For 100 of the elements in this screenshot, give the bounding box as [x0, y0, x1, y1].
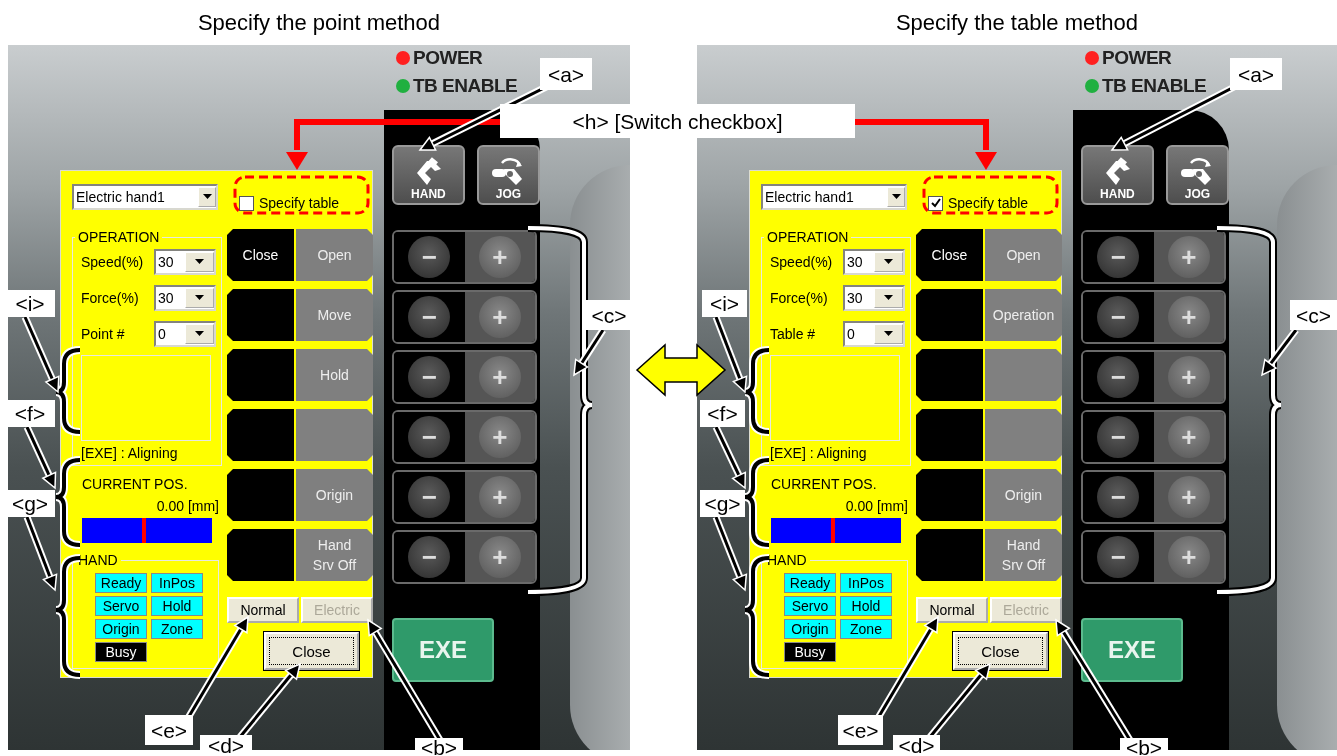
dropdown-arrow-icon[interactable]: [891, 194, 901, 200]
callout-label: <g>: [5, 490, 55, 517]
mode-button[interactable]: Normal: [227, 597, 299, 623]
specify-table-checkbox[interactable]: Specify table: [928, 195, 1029, 211]
plus-button[interactable]: +: [1167, 536, 1210, 578]
action-right-button[interactable]: Operation: [985, 289, 1062, 341]
action-left-button[interactable]: Close: [227, 229, 296, 281]
callout-label: <h> [Switch checkbox]: [500, 104, 855, 138]
mode-key[interactable]: JOG: [1165, 145, 1229, 205]
action-left-button[interactable]: [227, 289, 296, 341]
minus-button[interactable]: −: [1097, 536, 1140, 578]
action-right-button[interactable]: Origin: [296, 469, 373, 521]
dropdown-arrow-icon[interactable]: [884, 331, 894, 337]
minus-button[interactable]: −: [408, 296, 451, 338]
action-left-button[interactable]: [227, 349, 296, 401]
panel-title: Specify the table method: [895, 9, 1139, 36]
led-label: TB ENABLE: [413, 75, 518, 97]
mode-key[interactable]: HAND: [1081, 145, 1154, 205]
action-left-button[interactable]: [227, 469, 296, 521]
plus-button[interactable]: +: [1167, 236, 1210, 278]
action-left-button[interactable]: [916, 469, 985, 521]
plus-button[interactable]: +: [478, 296, 521, 338]
action-left-button[interactable]: [916, 529, 985, 581]
value-select[interactable]: 0: [154, 321, 216, 347]
led-label: POWER: [1102, 47, 1172, 69]
position-value: 0.00 [mm]: [845, 498, 908, 514]
action-right-button[interactable]: Hold: [296, 349, 373, 401]
status-indicator: Servo: [95, 596, 147, 616]
group-title: OPERATION: [766, 229, 850, 245]
plus-button[interactable]: +: [478, 536, 521, 578]
action-right-button[interactable]: Origin: [985, 469, 1062, 521]
close-button[interactable]: Close: [953, 632, 1048, 670]
action-left-button[interactable]: [916, 349, 985, 401]
callout-label: <c>: [585, 300, 633, 330]
minus-button[interactable]: −: [1097, 296, 1140, 338]
dropdown-arrow-icon[interactable]: [195, 331, 205, 337]
callout-label: <c>: [1290, 300, 1337, 330]
specify-table-checkbox[interactable]: Specify table: [239, 195, 340, 211]
plus-button[interactable]: +: [478, 356, 521, 398]
callout-label: <e>: [838, 715, 883, 745]
status-indicator: Ready: [95, 573, 147, 593]
plus-button[interactable]: +: [1167, 476, 1210, 518]
plus-button[interactable]: +: [1167, 416, 1210, 458]
plus-button[interactable]: +: [1167, 296, 1210, 338]
minus-button[interactable]: −: [1097, 236, 1140, 278]
dropdown-arrow-icon[interactable]: [884, 259, 894, 265]
action-right-button[interactable]: Hand Srv Off: [296, 529, 373, 581]
minus-button[interactable]: −: [408, 416, 451, 458]
minus-button[interactable]: −: [1097, 356, 1140, 398]
minus-button[interactable]: −: [408, 476, 451, 518]
dropdown-arrow-icon[interactable]: [195, 259, 205, 265]
callout-label: <f>: [700, 400, 745, 427]
hand-select[interactable]: Electric hand1: [761, 184, 907, 210]
dropdown-arrow-icon[interactable]: [195, 295, 205, 301]
value-select[interactable]: 30: [843, 285, 905, 311]
dropdown-arrow-icon[interactable]: [884, 295, 894, 301]
mode-key[interactable]: HAND: [392, 145, 465, 205]
minus-button[interactable]: −: [408, 356, 451, 398]
mode-button[interactable]: Normal: [916, 597, 988, 623]
callout-label: <i>: [5, 290, 55, 317]
plus-button[interactable]: +: [1167, 356, 1210, 398]
action-right-button[interactable]: Hand Srv Off: [985, 529, 1062, 581]
position-label: CURRENT POS.: [771, 476, 877, 492]
action-left-button[interactable]: [916, 409, 985, 461]
minus-button[interactable]: −: [1097, 416, 1140, 458]
action-right-button[interactable]: Open: [985, 229, 1062, 281]
plus-button[interactable]: +: [478, 476, 521, 518]
value-select[interactable]: 30: [154, 285, 216, 311]
callout-label: <i>: [702, 290, 747, 317]
action-left-button[interactable]: Close: [916, 229, 985, 281]
value-select[interactable]: 0: [843, 321, 905, 347]
plus-button[interactable]: +: [478, 236, 521, 278]
action-left-button[interactable]: [227, 409, 296, 461]
dropdown-arrow-icon[interactable]: [202, 194, 212, 200]
leader-arrow: [23, 425, 57, 490]
minus-button[interactable]: −: [408, 236, 451, 278]
double-arrow-icon: [635, 343, 727, 397]
action-left-button[interactable]: [916, 289, 985, 341]
value-select[interactable]: 30: [154, 249, 216, 275]
value-select[interactable]: 30: [843, 249, 905, 275]
field-label: Point #: [81, 326, 126, 342]
callout-label: <d>: [200, 735, 252, 756]
status-indicator: Hold: [840, 596, 892, 616]
hand-select[interactable]: Electric hand1: [72, 184, 218, 210]
exe-button[interactable]: EXE: [392, 618, 494, 682]
minus-button[interactable]: −: [1097, 476, 1140, 518]
exe-button[interactable]: EXE: [1081, 618, 1183, 682]
panel-title: Specify the point method: [197, 9, 441, 36]
action-right-button[interactable]: Open: [296, 229, 373, 281]
minus-button[interactable]: −: [408, 536, 451, 578]
callout-label: <a>: [540, 58, 592, 90]
status-indicator: Zone: [151, 619, 203, 639]
mode-key[interactable]: JOG: [476, 145, 540, 205]
action-right-button[interactable]: Move: [296, 289, 373, 341]
close-button[interactable]: Close: [264, 632, 359, 670]
status-indicator: Origin: [784, 619, 836, 639]
callout-label: <d>: [893, 735, 940, 756]
action-left-button[interactable]: [227, 529, 296, 581]
led-label: POWER: [413, 47, 483, 69]
plus-button[interactable]: +: [478, 416, 521, 458]
